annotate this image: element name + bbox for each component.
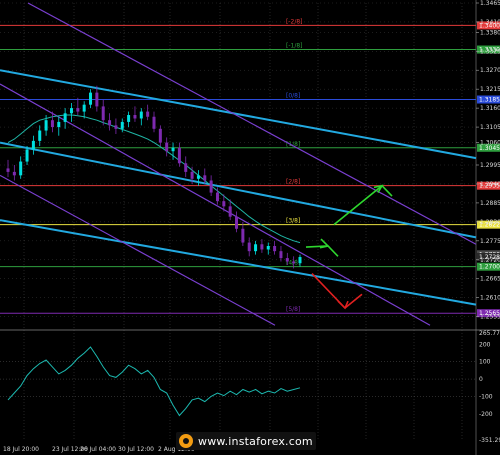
price-tick-label: 1.2830 xyxy=(480,219,500,226)
candle-body xyxy=(44,120,48,131)
candle-body xyxy=(228,206,232,217)
cci-tick-label: -351.2944 xyxy=(479,437,500,444)
candle-body xyxy=(152,116,156,129)
time-tick-label: 26 Jul 04:00 xyxy=(80,446,116,453)
price-tick-label: 1.3270 xyxy=(480,67,500,74)
price-tick-label: 1.2995 xyxy=(480,162,500,169)
cci-tick-label: -200 xyxy=(479,411,493,418)
candle-body xyxy=(292,261,296,264)
level-label: [-2/8] xyxy=(286,18,303,25)
price-tick-label: 1.3060 xyxy=(480,140,500,147)
candle-body xyxy=(196,175,200,179)
price-tick-label: 1.3215 xyxy=(480,86,500,93)
cci-tick-label: 100 xyxy=(479,359,491,366)
candle-body xyxy=(184,163,188,172)
candle-body xyxy=(89,92,93,105)
time-tick-label: 30 Jul 12:00 xyxy=(118,446,154,453)
candle-body xyxy=(209,180,213,193)
level-price-tag-text: 1.2700 xyxy=(479,264,500,271)
candle-body xyxy=(222,201,226,207)
candle-body xyxy=(19,161,23,176)
price-tick-label: 1.2610 xyxy=(480,295,500,302)
price-tick-label: 1.2940 xyxy=(480,181,500,188)
candle-body xyxy=(38,130,42,141)
price-tick-label: 1.3160 xyxy=(480,105,500,112)
candle-body xyxy=(6,168,10,172)
candle-body xyxy=(279,251,283,259)
candle-body xyxy=(82,104,86,112)
candle-body xyxy=(146,111,150,117)
instaforex-watermark: www.instaforex.com xyxy=(176,432,316,450)
cci-tick-label: -100 xyxy=(479,393,493,400)
candle-body xyxy=(12,171,16,176)
price-tick-label: 1.3465 xyxy=(480,0,500,7)
candle-body xyxy=(120,121,124,129)
candle-body xyxy=(158,128,162,143)
candle-body xyxy=(241,228,245,243)
level-label: [3/8] xyxy=(286,218,300,225)
candle-body xyxy=(247,242,251,252)
level-label: [1/8] xyxy=(286,141,300,148)
cci-tick-label: 0 xyxy=(479,376,483,383)
candle-body xyxy=(127,115,131,122)
candle-body xyxy=(31,140,35,150)
candle-body xyxy=(203,175,207,181)
candle-body xyxy=(254,244,258,252)
level-label: [0/8] xyxy=(286,93,300,100)
candle-body xyxy=(165,142,169,152)
time-axis: 18 Jul 20:00 23 Jul 12:0026 Jul 04:00 30 J… xyxy=(3,446,195,453)
time-tick-label: 18 Jul 20:00 xyxy=(3,446,39,453)
candle-body xyxy=(25,149,29,162)
candle-body xyxy=(235,216,239,229)
forex-chart: [-2/8]1.3400[-1/8]1.3330[0/8]1.3185[1/8]… xyxy=(0,0,500,455)
cci-tick-label: 200 xyxy=(479,341,491,348)
candle-body xyxy=(50,120,54,128)
level-label: [2/8] xyxy=(286,179,300,186)
price-tick-label: 1.2555 xyxy=(480,314,500,321)
level-price-tag-text: 1.3185 xyxy=(479,97,500,104)
candle-body xyxy=(63,113,67,122)
price-tick-label: 1.2775 xyxy=(480,238,500,245)
candle-body xyxy=(177,147,181,164)
candle-body xyxy=(101,106,105,121)
price-tick-label: 1.3325 xyxy=(480,48,500,55)
level-label: [5/8] xyxy=(286,306,300,313)
candle-body xyxy=(114,125,118,129)
candle-body xyxy=(108,120,112,126)
candle-body xyxy=(273,246,277,252)
price-tick-label: 1.3105 xyxy=(480,124,500,131)
candle-body xyxy=(171,147,175,152)
candle-body xyxy=(190,171,194,179)
candle-body xyxy=(57,121,61,128)
instaforex-logo-icon xyxy=(179,434,193,448)
price-tick-label: 1.2885 xyxy=(480,200,500,207)
candle-body xyxy=(76,108,80,112)
cci-tick-label: 265.7746 xyxy=(479,330,500,337)
price-tick-label: 1.2720 xyxy=(480,257,500,264)
candle-body xyxy=(215,192,219,202)
level-label: [-1/8] xyxy=(286,43,303,50)
candle-body xyxy=(260,244,264,250)
candle-body xyxy=(266,246,270,250)
candle-body xyxy=(95,92,99,107)
watermark-text: www.instaforex.com xyxy=(198,434,313,448)
candle-body xyxy=(69,108,73,114)
price-tick-label: 1.2665 xyxy=(480,276,500,283)
price-tick-label: 1.3380 xyxy=(480,29,500,36)
candle-body xyxy=(285,258,289,262)
candle-body xyxy=(298,257,302,264)
price-tick-label: 1.3410 xyxy=(480,19,500,26)
candle-body xyxy=(139,111,143,119)
candle-body xyxy=(133,115,137,119)
